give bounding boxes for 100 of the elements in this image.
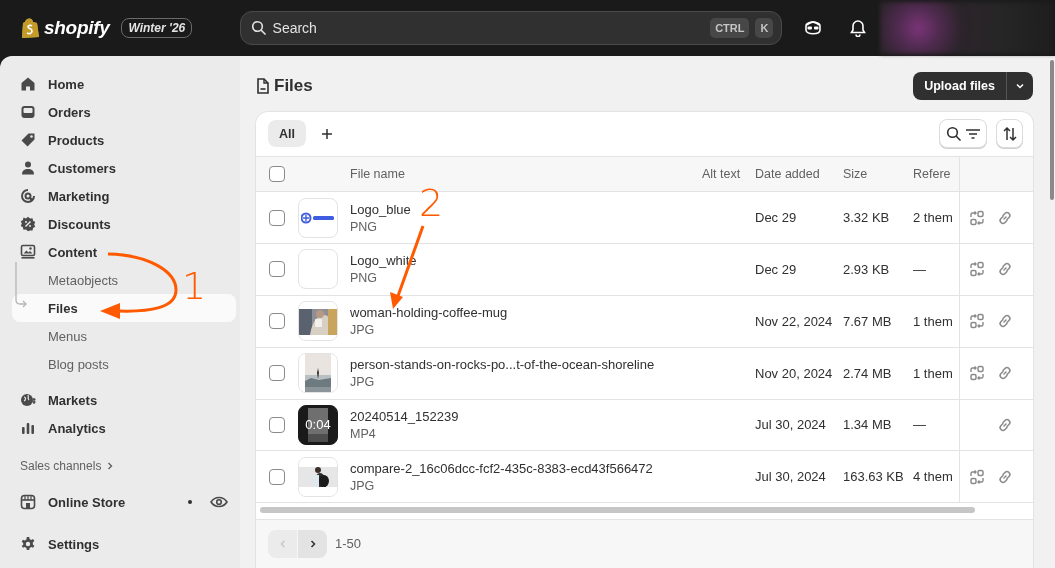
file-type: PNG [350,271,378,286]
glasses-face-icon[interactable] [804,19,823,37]
replace-icon[interactable] [969,365,985,382]
link-icon[interactable] [997,261,1013,278]
file-type: JPG [350,478,375,493]
annotation-number: 2 [419,184,444,222]
date-cell: Dec 29 [755,261,797,277]
edition-badge: Winter '26 [121,18,193,38]
date-cell: Jul 30, 2024 [755,417,826,433]
file-type: JPG [350,323,375,338]
replace-icon[interactable] [969,468,985,485]
eye-icon[interactable] [210,496,228,508]
search-filter-button[interactable] [939,119,987,149]
checkbox[interactable] [269,313,285,330]
nav-item[interactable]: Analytics [12,414,236,442]
checkbox[interactable] [269,468,285,485]
column-header[interactable]: Alt text [702,167,741,182]
target-icon [20,188,36,204]
sort-button[interactable] [996,119,1023,149]
dropdown-button[interactable] [1006,72,1033,100]
column-header[interactable]: Refere [913,167,951,182]
checkbox[interactable] [269,416,285,433]
references-cell: 1 them [913,365,953,381]
checkbox[interactable] [269,166,285,183]
replace-icon[interactable] [969,209,985,226]
filter-icon [964,128,981,140]
plus-icon [321,128,333,140]
horizontal-scrollbar[interactable] [260,507,975,513]
search-icon [250,20,267,36]
nav-item[interactable]: Content [12,238,236,266]
inbox-icon [20,104,36,120]
nav-item[interactable]: Products [12,126,236,154]
discount-icon [20,216,36,232]
size-cell: 7.67 MB [843,313,892,329]
upload-button[interactable]: Upload files [913,72,1006,100]
sort-icon [1001,126,1018,142]
nav-item[interactable]: Online Store [12,488,236,516]
search-field[interactable]: Search CTRL K [239,11,783,45]
size-cell: 2.74 MB [843,365,892,381]
references-cell: 1 them [913,313,953,329]
link-icon[interactable] [997,365,1013,382]
checkbox[interactable] [269,209,285,226]
column-header[interactable]: Date added [755,167,820,182]
page-title: Files [274,76,314,96]
checkbox[interactable] [269,261,285,278]
file-type: JPG [350,375,375,390]
nav-subitem[interactable]: Blog posts [48,350,109,378]
size-cell: 163.63 KB [843,469,904,485]
page-range: 1-50 [335,535,362,553]
nav-item[interactable]: Discounts [12,210,236,238]
references-cell: 2 them [913,210,953,226]
nav-item[interactable]: Markets [12,386,236,414]
file-icon [256,78,270,94]
link-icon[interactable] [997,209,1013,226]
nav-item[interactable]: Marketing [12,182,236,210]
person-icon [20,160,36,176]
date-cell: Jul 30, 2024 [755,469,826,485]
file-name[interactable]: person-stands-on-rocks-po...t-of-the-ocean-shoreline [350,357,655,373]
nav-item[interactable]: Customers [12,154,236,182]
link-icon[interactable] [997,313,1013,330]
size-cell: 1.34 MB [843,417,892,433]
file-name[interactable]: woman-holding-coffee-mug [350,305,508,321]
home-icon [20,76,36,92]
status-dot-icon [188,500,192,504]
column-header[interactable]: File name [350,167,405,182]
nav-subitem[interactable]: Metaobjects [48,266,119,294]
nav-item[interactable]: Settings [12,530,236,558]
nav-item[interactable]: Orders [12,98,236,126]
page-scrollbar[interactable] [1050,60,1054,200]
references-cell: — [913,261,926,277]
file-type: PNG [350,219,378,234]
section-link[interactable]: Sales channels [20,456,240,476]
replace-icon[interactable] [969,313,985,330]
file-name[interactable]: compare-2_16c06dcc-fcf2-435c-8383-ecd43f566472 [350,460,653,476]
link-icon[interactable] [997,416,1013,433]
store-icon [20,494,36,510]
size-cell: 2.93 KB [843,261,890,277]
date-cell: Nov 20, 2024 [755,365,833,381]
notification-icon[interactable] [850,19,867,37]
file-name[interactable]: 20240514_152239 [350,408,459,424]
logo-drawing [301,211,335,224]
tag-icon [20,132,36,148]
blank-thumbnail [298,249,338,290]
nav-subitem[interactable]: Menus [48,322,88,350]
shortcut-key: K [755,18,774,38]
file-name[interactable]: Logo_blue [350,201,411,217]
shortcut-key: CTRL [710,18,750,38]
bar-chart-icon [20,420,36,436]
date-cell: Dec 29 [755,210,797,226]
checkbox[interactable] [269,365,285,382]
link-icon[interactable] [997,468,1013,485]
image-icon [20,244,36,260]
references-cell: 4 them [913,469,953,485]
filter-tab[interactable]: All [268,120,306,148]
replace-icon[interactable] [969,261,985,278]
size-cell: 3.32 KB [843,210,890,226]
column-header[interactable]: Size [843,167,868,182]
search-icon [945,126,962,142]
blurred-avatar[interactable] [880,2,1055,54]
nav-item[interactable]: Home [12,70,236,98]
